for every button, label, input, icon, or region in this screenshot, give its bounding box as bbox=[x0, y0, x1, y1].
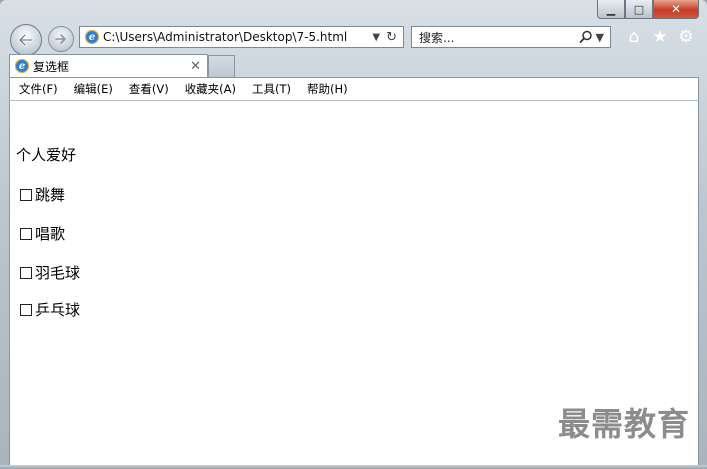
ie-page-icon: e bbox=[85, 30, 99, 44]
menu-help[interactable]: 帮助(H) bbox=[307, 81, 348, 97]
menu-view[interactable]: 查看(V) bbox=[129, 81, 169, 97]
address-bar[interactable]: e C:\Users\Administrator\Desktop\7-5.htm… bbox=[79, 26, 404, 48]
address-dropdown-icon[interactable]: ▼ bbox=[372, 32, 380, 43]
checkbox-box[interactable] bbox=[20, 266, 32, 279]
search-dropdown-icon[interactable]: ▼ bbox=[596, 31, 604, 44]
ie-tab-icon: e bbox=[15, 59, 29, 73]
maximize-button[interactable]: □ bbox=[625, 0, 653, 19]
back-button[interactable] bbox=[10, 24, 42, 56]
checkbox-box[interactable] bbox=[20, 303, 32, 316]
arrow-right-icon bbox=[55, 34, 66, 44]
refresh-icon[interactable]: ↻ bbox=[386, 30, 397, 45]
checkbox-box[interactable] bbox=[20, 188, 32, 201]
address-input[interactable]: C:\Users\Administrator\Desktop\7-5.html bbox=[103, 30, 372, 44]
settings-gear-icon[interactable]: ⚙ bbox=[676, 27, 696, 47]
search-input[interactable]: 搜索... bbox=[419, 29, 579, 46]
menu-favorites[interactable]: 收藏夹(A) bbox=[185, 81, 236, 97]
arrow-left-icon bbox=[18, 33, 34, 47]
checkbox-sing[interactable]: 唱歌 bbox=[20, 223, 65, 244]
search-icon[interactable] bbox=[579, 30, 593, 44]
page-content: 个人爱好 跳舞 唱歌 羽毛球 乒乓球 最需教育 bbox=[9, 101, 699, 465]
checkbox-dance[interactable]: 跳舞 bbox=[20, 184, 65, 205]
search-box[interactable]: 搜索... ▼ bbox=[411, 26, 611, 48]
checkbox-table-tennis[interactable]: 乒乓球 bbox=[20, 299, 80, 320]
page-heading: 个人爱好 bbox=[16, 146, 77, 164]
forward-button[interactable] bbox=[48, 26, 74, 52]
checkbox-label: 羽毛球 bbox=[35, 264, 81, 282]
menu-bar: 文件(F) 编辑(E) 查看(V) 收藏夹(A) 工具(T) 帮助(H) bbox=[9, 77, 699, 101]
browser-window: ▁ □ ✕ e C:\Users\Administrator\Desktop\7… bbox=[0, 0, 707, 469]
tab-title: 复选框 bbox=[33, 59, 70, 74]
tab-close-icon[interactable]: ✕ bbox=[190, 59, 201, 74]
checkbox-label: 跳舞 bbox=[35, 186, 66, 204]
favorites-star-icon[interactable]: ★ bbox=[650, 27, 670, 47]
window-controls: ▁ □ ✕ bbox=[597, 0, 699, 20]
toolbar-icons: ⌂ ★ ⚙ bbox=[624, 27, 696, 47]
menu-tools[interactable]: 工具(T) bbox=[252, 81, 291, 97]
menu-file[interactable]: 文件(F) bbox=[19, 81, 58, 97]
checkbox-label: 乒乓球 bbox=[35, 301, 81, 319]
checkbox-box[interactable] bbox=[20, 227, 32, 240]
checkbox-label: 唱歌 bbox=[35, 225, 66, 243]
menu-edit[interactable]: 编辑(E) bbox=[74, 81, 113, 97]
tab-active[interactable]: e 复选框 ✕ bbox=[9, 54, 208, 77]
window-bottom-border bbox=[0, 465, 707, 469]
new-tab-button[interactable] bbox=[208, 55, 235, 77]
home-icon[interactable]: ⌂ bbox=[624, 27, 644, 47]
checkbox-badminton[interactable]: 羽毛球 bbox=[20, 262, 80, 283]
close-button[interactable]: ✕ bbox=[653, 0, 699, 19]
minimize-button[interactable]: ▁ bbox=[597, 0, 625, 19]
watermark-logo: 最需教育 bbox=[557, 405, 690, 443]
